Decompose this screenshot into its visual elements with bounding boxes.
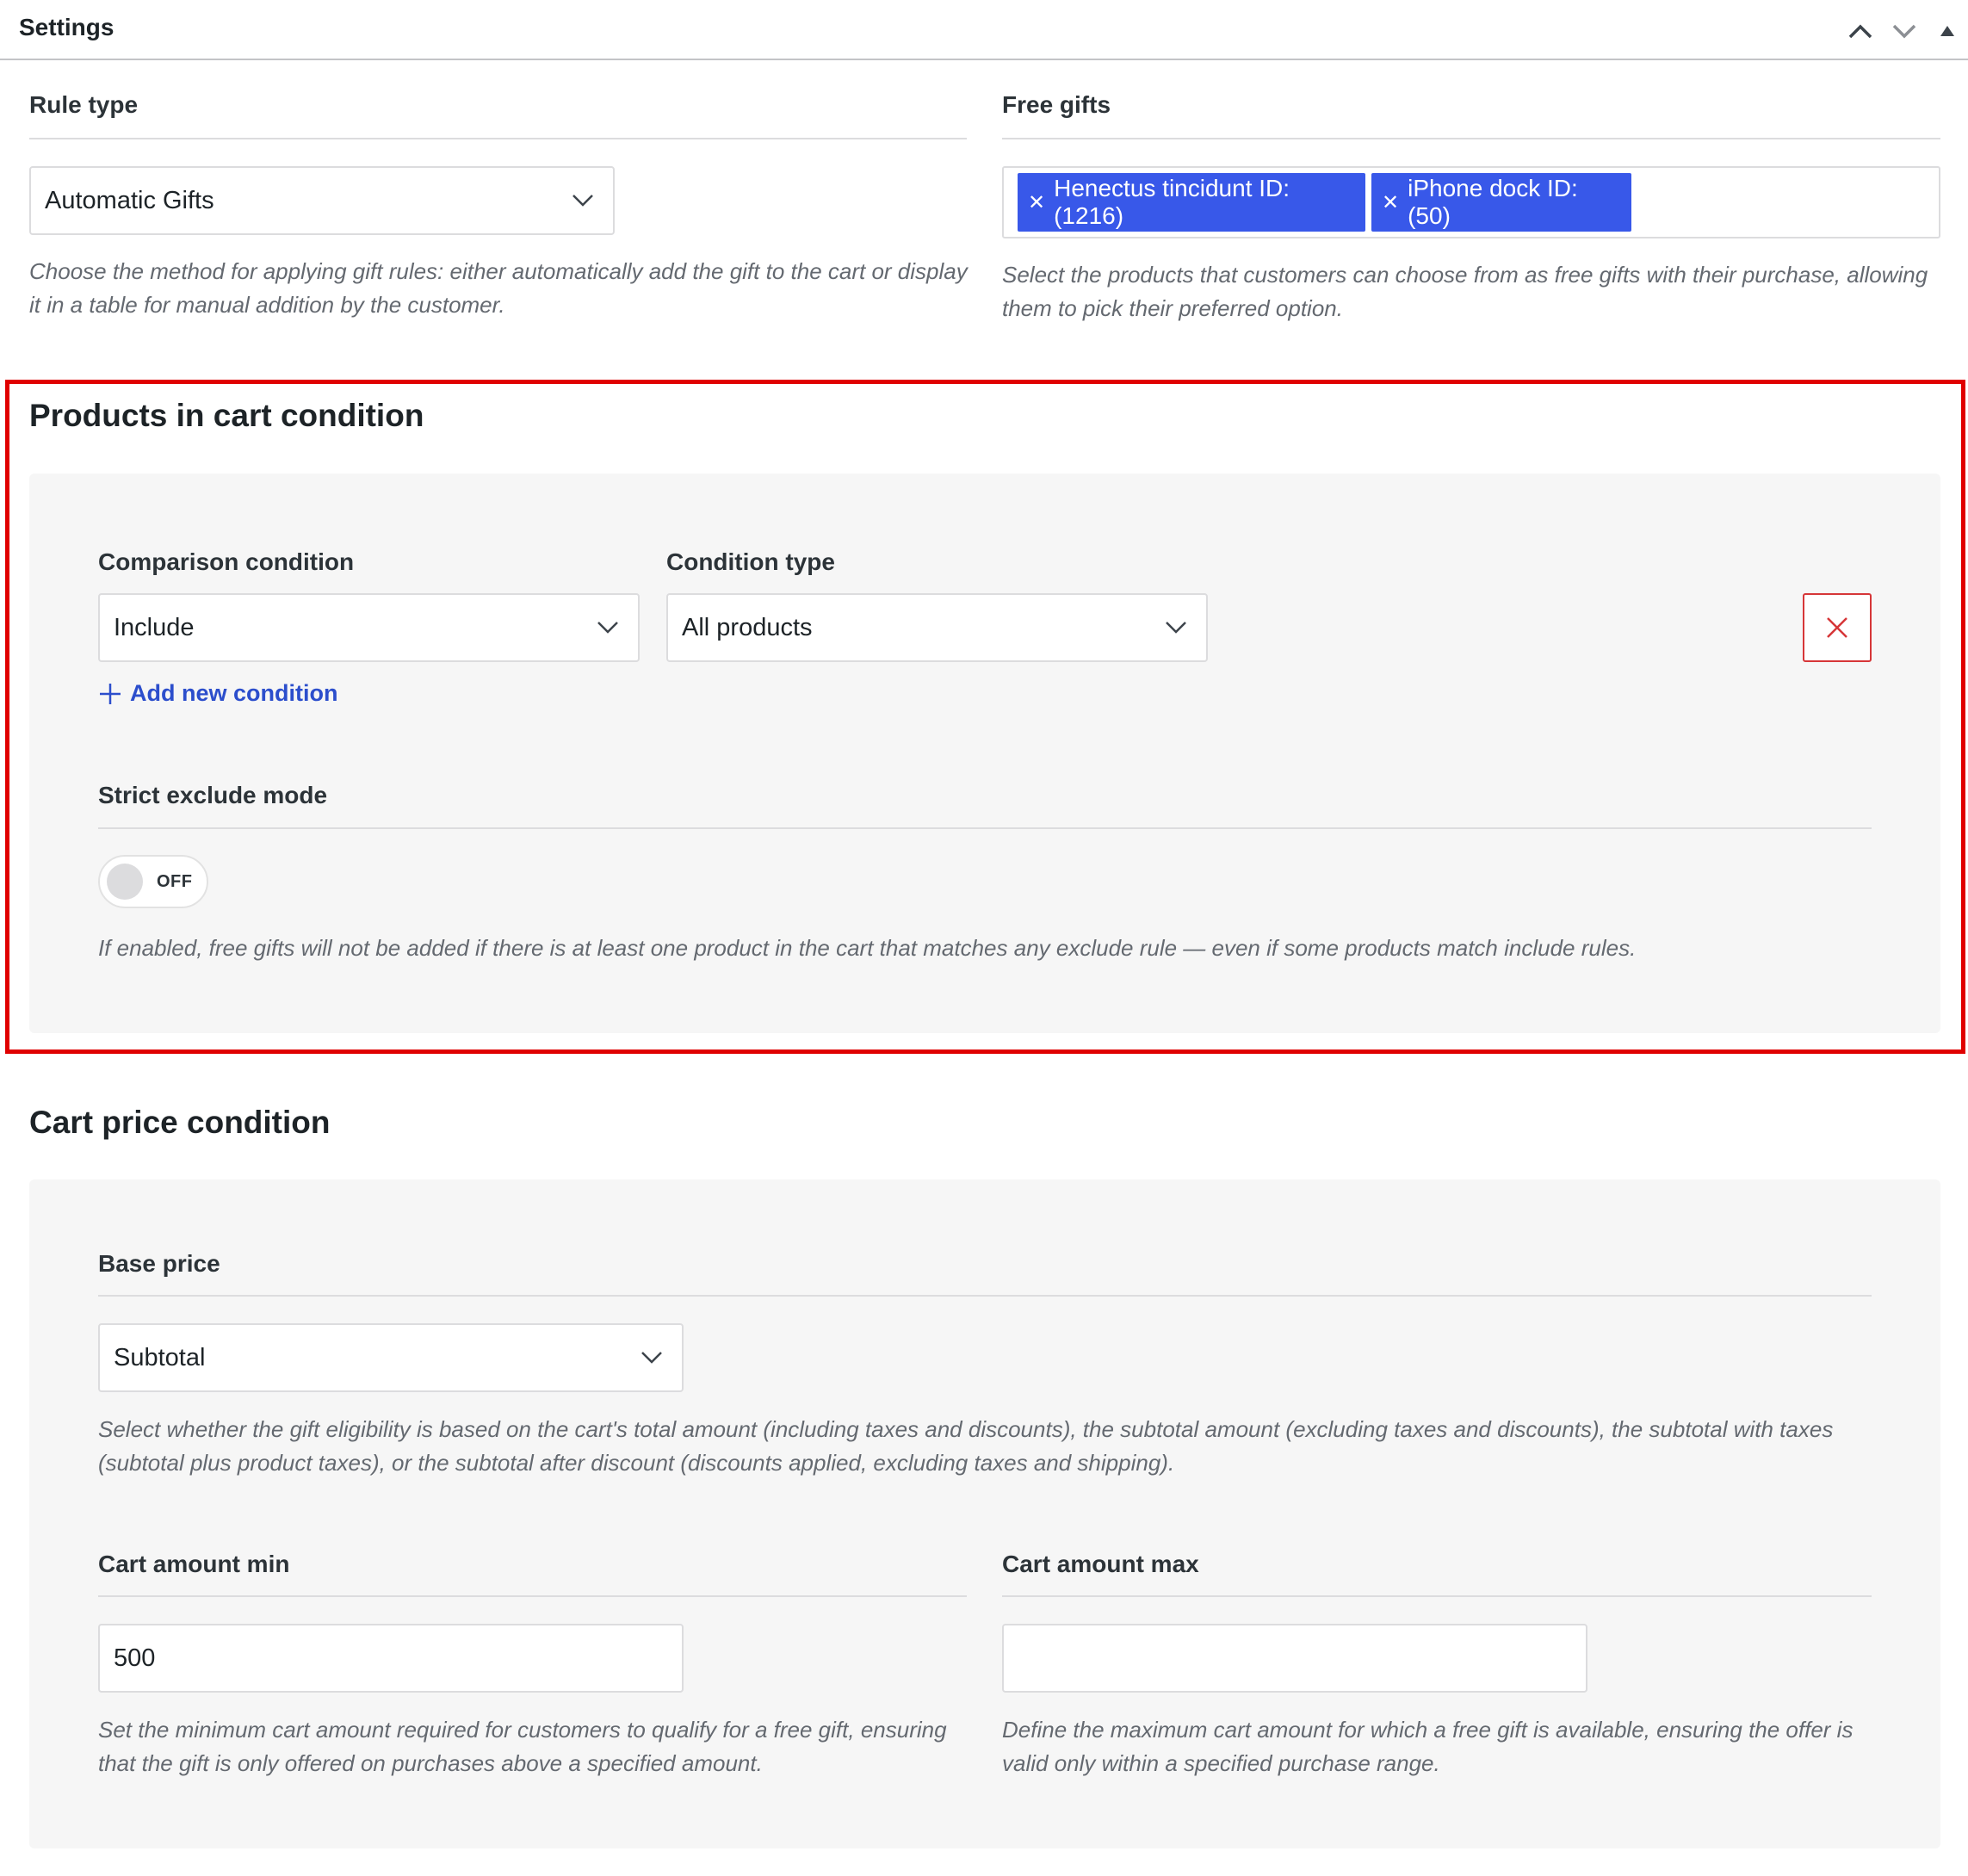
triangle-up-icon <box>1940 26 1954 36</box>
rule-type-label: Rule type <box>29 91 139 118</box>
rule-type-value: Automatic Gifts <box>45 186 214 214</box>
page-title: Settings <box>19 14 114 40</box>
base-price-help: Select whether the gift eligibility is b… <box>98 1416 1834 1476</box>
toggle-knob <box>107 864 143 900</box>
add-new-condition-label: Add new condition <box>130 680 338 706</box>
chevron-up-icon <box>1848 24 1872 39</box>
base-price-value: Subtotal <box>114 1343 206 1371</box>
add-new-condition-link[interactable]: Add new condition <box>98 680 337 707</box>
chevron-down-icon <box>572 195 593 207</box>
free-gifts-help: Select the products that customers can c… <box>1002 262 1928 321</box>
rule-type-select[interactable]: Automatic Gifts <box>29 166 615 235</box>
remove-chip-icon[interactable]: ✕ <box>1382 190 1399 215</box>
move-down-button[interactable] <box>1885 12 1923 50</box>
cart-amount-max-help: Define the maximum cart amount for which… <box>1002 1717 1854 1776</box>
collapse-toggle-button[interactable] <box>1928 12 1966 50</box>
cart-amount-min-label: Cart amount min <box>98 1551 290 1577</box>
close-icon <box>1827 617 1847 638</box>
strict-exclude-help: If enabled, free gifts will not be added… <box>98 935 1637 961</box>
gift-chip-label: Henectus tincidunt ID:(1216) <box>1054 175 1290 229</box>
strict-exclude-label: Strict exclude mode <box>98 782 328 808</box>
comparison-condition-select[interactable]: Include <box>98 593 640 662</box>
gift-chip-label: iPhone dock ID:(50) <box>1408 175 1578 229</box>
free-gifts-label: Free gifts <box>1002 91 1111 118</box>
gift-chip[interactable]: ✕ iPhone dock ID:(50) <box>1371 173 1631 232</box>
condition-type-value: All products <box>682 613 813 641</box>
cart-amount-min-value: 500 <box>114 1644 156 1672</box>
cart-amount-max-input[interactable] <box>1002 1624 1587 1693</box>
cart-amount-min-help: Set the minimum cart amount required for… <box>98 1717 947 1776</box>
condition-type-label: Condition type <box>666 548 835 575</box>
rule-type-help: Choose the method for applying gift rule… <box>29 258 968 318</box>
condition-type-select[interactable]: All products <box>666 593 1208 662</box>
divider <box>1002 138 1940 139</box>
base-price-label: Base price <box>98 1250 220 1277</box>
cart-amount-max-label: Cart amount max <box>1002 1551 1199 1577</box>
divider <box>98 1595 967 1597</box>
move-up-button[interactable] <box>1841 12 1879 50</box>
comparison-condition-label: Comparison condition <box>98 548 355 575</box>
toggle-state-text: OFF <box>157 871 193 891</box>
base-price-select[interactable]: Subtotal <box>98 1323 684 1392</box>
cart-price-title: Cart price condition <box>29 1105 331 1140</box>
divider <box>29 138 967 139</box>
gift-chip[interactable]: ✕ Henectus tincidunt ID:(1216) <box>1018 173 1365 232</box>
chevron-down-icon <box>597 622 618 634</box>
divider <box>1002 1595 1872 1597</box>
settings-header <box>0 0 1968 60</box>
chevron-down-icon <box>641 1352 662 1364</box>
comparison-condition-value: Include <box>114 613 195 641</box>
remove-condition-button[interactable] <box>1803 593 1872 662</box>
plus-icon <box>100 683 121 704</box>
strict-exclude-toggle[interactable]: OFF <box>98 855 208 908</box>
divider <box>98 1295 1872 1297</box>
products-condition-title: Products in cart condition <box>29 398 424 433</box>
divider <box>98 827 1872 829</box>
cart-amount-min-input[interactable]: 500 <box>98 1624 684 1693</box>
remove-chip-icon[interactable]: ✕ <box>1028 190 1045 215</box>
chevron-down-icon <box>1166 622 1186 634</box>
chevron-down-icon <box>1892 24 1916 39</box>
